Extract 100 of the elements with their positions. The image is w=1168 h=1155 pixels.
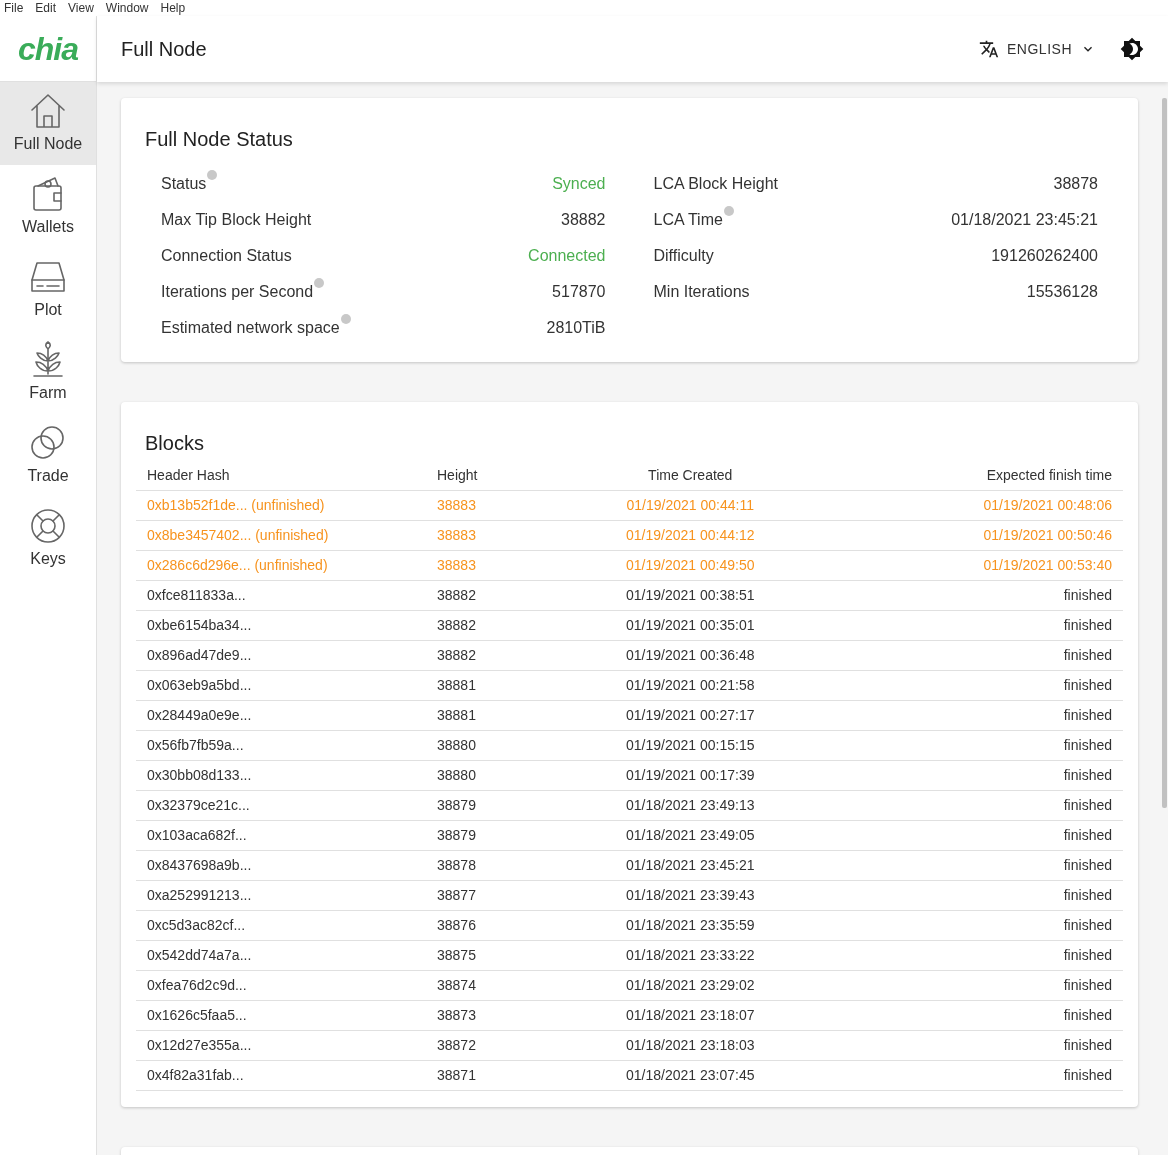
table-cell: finished bbox=[834, 760, 1123, 790]
block-row[interactable]: 0xfce811833a... 38882 01/19/2021 00:38:51 finished bbox=[136, 580, 1123, 610]
table-cell: 0xbe6154ba34... bbox=[136, 610, 426, 640]
status-label: Min Iterations bbox=[653, 282, 750, 302]
table-cell: finished bbox=[834, 820, 1123, 850]
table-cell: 01/19/2021 00:50:46 bbox=[834, 520, 1123, 550]
table-cell: 01/19/2021 00:15:15 bbox=[546, 730, 835, 760]
table-cell: 0x896ad47de9... bbox=[136, 640, 426, 670]
table-cell: 01/19/2021 00:36:48 bbox=[546, 640, 835, 670]
house-icon bbox=[29, 91, 67, 130]
table-cell: 0xa252991213... bbox=[136, 880, 426, 910]
help-icon[interactable] bbox=[723, 206, 734, 216]
table-cell: 38883 bbox=[426, 490, 546, 520]
block-row[interactable]: 0x32379ce21c... 38879 01/18/2021 23:49:13 finished bbox=[136, 790, 1123, 820]
table-cell: finished bbox=[834, 850, 1123, 880]
table-cell: finished bbox=[834, 730, 1123, 760]
language-button[interactable]: ENGLISH bbox=[979, 38, 1096, 60]
card-title: Blocks bbox=[144, 431, 205, 456]
table-cell: 0x32379ce21c... bbox=[136, 790, 426, 820]
table-cell: 0xfce811833a... bbox=[136, 580, 426, 610]
table-cell: 01/19/2021 00:21:58 bbox=[546, 670, 835, 700]
block-row[interactable]: 0xc5d3ac82cf... 38876 01/18/2021 23:35:59 finished bbox=[136, 910, 1123, 940]
menu-item[interactable]: Help bbox=[160, 2, 186, 14]
block-row[interactable]: 0x28449a0e9e... 38881 01/19/2021 00:27:17 finished bbox=[136, 700, 1123, 730]
nav-item[interactable]: Full Node bbox=[0, 82, 96, 165]
brightness-icon[interactable] bbox=[1120, 37, 1144, 61]
table-cell: 0xc5d3ac82cf... bbox=[136, 910, 426, 940]
scrollbar[interactable] bbox=[1162, 98, 1167, 808]
status-value: Connected bbox=[528, 246, 606, 266]
status-value: 191260262400 bbox=[991, 246, 1098, 266]
status-value: 517870 bbox=[552, 282, 606, 302]
block-row[interactable]: 0x1626c5faa5... 38873 01/18/2021 23:18:07 finished bbox=[136, 1000, 1123, 1030]
block-row[interactable]: 0x12d27e355a... 38872 01/18/2021 23:18:03 finished bbox=[136, 1030, 1123, 1060]
table-cell: 0x542dd74a7a... bbox=[136, 940, 426, 970]
table-cell: finished bbox=[834, 640, 1123, 670]
table-cell: 01/18/2021 23:07:45 bbox=[546, 1060, 835, 1090]
block-row[interactable]: 0x8437698a9b... 38878 01/18/2021 23:45:21 finished bbox=[136, 850, 1123, 880]
table-cell: finished bbox=[834, 790, 1123, 820]
table-cell: 0x063eb9a5bd... bbox=[136, 670, 426, 700]
table-cell: finished bbox=[834, 700, 1123, 730]
menu-item[interactable]: Edit bbox=[35, 2, 57, 14]
table-cell: 38875 bbox=[426, 940, 546, 970]
table-cell: finished bbox=[834, 1060, 1123, 1090]
block-row[interactable]: 0x103aca682f... 38879 01/18/2021 23:49:05 finished bbox=[136, 820, 1123, 850]
table-cell: 38878 bbox=[426, 850, 546, 880]
status-label: Difficulty bbox=[653, 246, 714, 266]
table-cell: 38883 bbox=[426, 550, 546, 580]
block-row[interactable]: 0x4f82a31fab... 38871 01/18/2021 23:07:45 finished bbox=[136, 1060, 1123, 1090]
table-cell: 0x56fb7fb59a... bbox=[136, 730, 426, 760]
block-row[interactable]: 0xfea76d2c9d... 38874 01/18/2021 23:29:02 finished bbox=[136, 970, 1123, 1000]
table-cell: 01/18/2021 23:39:43 bbox=[546, 880, 835, 910]
table-cell: 01/18/2021 23:49:05 bbox=[546, 820, 835, 850]
block-row[interactable]: 0x30bb08d133... 38880 01/19/2021 00:17:39 finished bbox=[136, 760, 1123, 790]
table-cell: finished bbox=[834, 910, 1123, 940]
menu-item[interactable]: View bbox=[68, 2, 94, 14]
table-cell: 01/19/2021 00:44:11 bbox=[546, 490, 835, 520]
status-label: Status bbox=[161, 174, 207, 194]
help-icon[interactable] bbox=[314, 278, 325, 288]
menu-item[interactable]: File bbox=[4, 2, 24, 14]
help-icon[interactable] bbox=[207, 170, 218, 180]
table-cell: 38879 bbox=[426, 790, 546, 820]
block-row[interactable]: 0x896ad47de9... 38882 01/19/2021 00:36:48 finished bbox=[136, 640, 1123, 670]
table-cell: 38880 bbox=[426, 730, 546, 760]
lifebuoy-icon bbox=[29, 506, 67, 545]
table-cell: finished bbox=[834, 610, 1123, 640]
block-row[interactable]: 0x063eb9a5bd... 38881 01/19/2021 00:21:58 finished bbox=[136, 670, 1123, 700]
table-cell: 38876 bbox=[426, 910, 546, 940]
table-cell: 38879 bbox=[426, 820, 546, 850]
column-header: Header Hash bbox=[136, 462, 426, 490]
status-label: LCA Block Height bbox=[653, 174, 778, 194]
menu-item[interactable]: Window bbox=[105, 2, 149, 14]
status-label: Max Tip Block Height bbox=[161, 210, 312, 230]
table-cell: 0x30bb08d133... bbox=[136, 760, 426, 790]
status-value: 2810TiB bbox=[546, 318, 606, 338]
table-cell: finished bbox=[834, 670, 1123, 700]
help-icon[interactable] bbox=[340, 314, 351, 324]
status-value: 38878 bbox=[1053, 174, 1098, 194]
block-row[interactable]: 0x542dd74a7a... 38875 01/18/2021 23:33:22 finished bbox=[136, 940, 1123, 970]
table-cell: 0xb13b52f1de... (unfinished) bbox=[136, 490, 426, 520]
block-row[interactable]: 0xa252991213... 38877 01/18/2021 23:39:43 finished bbox=[136, 880, 1123, 910]
table-cell: 0x1626c5faa5... bbox=[136, 1000, 426, 1030]
translate-icon bbox=[979, 39, 1000, 59]
table-cell: 01/19/2021 00:48:06 bbox=[834, 490, 1123, 520]
block-row[interactable]: 0xbe6154ba34... 38882 01/19/2021 00:35:01 finished bbox=[136, 610, 1123, 640]
table-cell: 01/18/2021 23:18:03 bbox=[546, 1030, 835, 1060]
status-value: 38882 bbox=[561, 210, 606, 230]
table-cell: 01/19/2021 00:27:17 bbox=[546, 700, 835, 730]
table-cell: 0x286c6d296e... (unfinished) bbox=[136, 550, 426, 580]
table-cell: 01/18/2021 23:18:07 bbox=[546, 1000, 835, 1030]
column-header: Time Created bbox=[546, 462, 835, 490]
status-label: Estimated network space bbox=[161, 318, 340, 338]
table-cell: 38880 bbox=[426, 760, 546, 790]
block-row[interactable]: 0x56fb7fb59a... 38880 01/19/2021 00:15:15 finished bbox=[136, 730, 1123, 760]
table-cell: finished bbox=[834, 940, 1123, 970]
table-cell: 38881 bbox=[426, 670, 546, 700]
table-cell: 01/19/2021 00:17:39 bbox=[546, 760, 835, 790]
table-cell: 0x4f82a31fab... bbox=[136, 1060, 426, 1090]
table-cell: 01/18/2021 23:29:02 bbox=[546, 970, 835, 1000]
card-title: Full Node Status bbox=[145, 127, 294, 152]
status-value: Synced bbox=[552, 174, 606, 194]
